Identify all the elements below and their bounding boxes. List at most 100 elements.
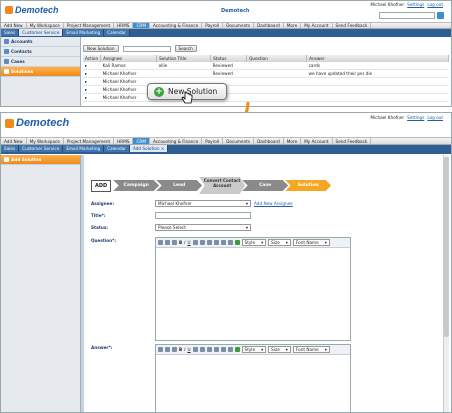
status-select[interactable]: Please Select ▾ — [155, 224, 251, 231]
style-select[interactable]: Style ▾ — [241, 346, 267, 353]
global-search-input[interactable] — [379, 12, 435, 19]
image-icon[interactable] — [234, 240, 240, 245]
bold-icon[interactable]: B — [179, 347, 182, 352]
tab-customer-service[interactable]: Customer Service — [19, 29, 64, 36]
sidebar-item-add-solution[interactable]: Add Solution — [1, 155, 80, 165]
settings-link[interactable]: Settings — [407, 2, 424, 7]
col-title[interactable]: Solution Title — [156, 55, 212, 62]
nav-accounting[interactable]: Accounting & Finance — [150, 138, 203, 144]
nav-hrms[interactable]: HRMS — [114, 138, 134, 144]
source-icon[interactable] — [158, 347, 163, 352]
assignee-select[interactable]: Michael Khofner ▾ — [155, 200, 251, 207]
tab-sales[interactable]: Sales — [1, 29, 20, 36]
table-row[interactable]: ▸ Michael Khofner — [83, 93, 449, 102]
size-select[interactable]: Size ▾ — [268, 239, 291, 246]
bullet-list-icon[interactable] — [220, 347, 226, 352]
close-icon[interactable]: × — [161, 146, 165, 151]
workflow-step-case[interactable]: Case — [242, 180, 289, 191]
tab-calendar[interactable]: Calendar — [104, 29, 130, 36]
user-name[interactable]: Michael Khofner — [370, 115, 404, 120]
add-new-assignee-link[interactable]: Add New Assignee — [254, 201, 293, 206]
workflow-step-solution[interactable]: Solution — [285, 180, 332, 191]
italic-icon[interactable]: I — [184, 347, 185, 352]
nav-payroll[interactable]: Payroll — [202, 138, 224, 144]
font-select[interactable]: Font Name ▾ — [292, 239, 330, 246]
align-left-icon[interactable] — [192, 347, 198, 352]
col-assignee[interactable]: Assignee — [100, 55, 158, 62]
question-editor-area[interactable] — [156, 248, 350, 334]
sidebar-item-accounts[interactable]: Accounts — [1, 37, 80, 47]
row-action-icon[interactable]: ▸ — [83, 77, 101, 86]
nav-more[interactable]: More — [284, 138, 302, 144]
undo-icon[interactable] — [165, 240, 170, 245]
image-icon[interactable] — [234, 347, 240, 352]
table-row[interactable]: ▸ Michael Khofner — [83, 85, 449, 94]
nav-add-new[interactable]: Add New — [1, 138, 27, 144]
redo-icon[interactable] — [172, 240, 177, 245]
justify-icon[interactable] — [213, 240, 219, 245]
row-action-icon[interactable]: ▸ — [83, 85, 101, 94]
justify-icon[interactable] — [213, 347, 219, 352]
sidebar-item-contacts[interactable]: Contacts — [1, 47, 80, 57]
col-status[interactable]: Status — [210, 55, 248, 62]
tab-sales[interactable]: Sales — [1, 145, 20, 152]
row-action-icon[interactable]: ▸ — [83, 62, 101, 70]
logout-link[interactable]: Log out — [427, 115, 443, 120]
sidebar-item-cases[interactable]: Cases — [1, 57, 80, 67]
align-right-icon[interactable] — [206, 240, 212, 245]
align-center-icon[interactable] — [199, 347, 205, 352]
row-action-icon[interactable]: ▸ — [83, 93, 101, 102]
workflow-step-convert[interactable]: Convert Contact Account — [199, 177, 246, 194]
italic-icon[interactable]: I — [184, 240, 185, 245]
number-list-icon[interactable] — [227, 347, 233, 352]
col-answer[interactable]: Answer — [306, 55, 449, 62]
tab-customer-service[interactable]: Customer Service — [19, 145, 64, 152]
bold-icon[interactable]: B — [179, 240, 182, 245]
solution-search-button[interactable]: Search — [174, 45, 197, 52]
search-icon[interactable] — [437, 12, 444, 19]
solution-search-input[interactable] — [122, 45, 171, 52]
col-question[interactable]: Question — [246, 55, 308, 62]
align-center-icon[interactable] — [199, 240, 205, 245]
redo-icon[interactable] — [172, 347, 177, 352]
row-action-icon[interactable]: ▸ — [83, 69, 101, 78]
underline-icon[interactable]: U — [187, 347, 190, 352]
nav-documents[interactable]: Documents — [223, 138, 255, 144]
workflow-step-lead[interactable]: Lead — [156, 180, 203, 191]
table-row[interactable]: ▸ Michael Khofner Reviewed we have updated … — [83, 69, 449, 78]
new-solution-button[interactable]: New Solution — [83, 45, 119, 52]
nav-project-management[interactable]: Project Management — [64, 138, 115, 144]
style-select[interactable]: Style ▾ — [241, 239, 267, 246]
settings-link[interactable]: Settings — [407, 115, 424, 120]
tab-calendar[interactable]: Calendar — [104, 145, 130, 152]
source-icon[interactable] — [158, 240, 163, 245]
align-right-icon[interactable] — [206, 347, 212, 352]
nav-dashboard[interactable]: Dashboard — [254, 138, 284, 144]
align-left-icon[interactable] — [192, 240, 198, 245]
answer-editor-area[interactable] — [156, 355, 350, 409]
nav-my-workspace[interactable]: My Workspace — [27, 138, 64, 144]
nav-send-feedback[interactable]: Send Feedback — [333, 138, 372, 144]
font-select[interactable]: Font Name ▾ — [292, 346, 330, 353]
tab-email-marketing[interactable]: Email Marketing — [63, 29, 105, 36]
table-row[interactable]: ▸ Michael Khofner — [83, 77, 449, 86]
number-list-icon[interactable] — [227, 240, 233, 245]
user-name[interactable]: Michael Khofner — [370, 2, 404, 7]
bullet-list-icon[interactable] — [220, 240, 226, 245]
underline-icon[interactable]: U — [187, 240, 190, 245]
size-select[interactable]: Size ▾ — [268, 346, 291, 353]
scrollbar[interactable] — [443, 155, 449, 412]
tab-email-marketing[interactable]: Email Marketing — [63, 145, 105, 152]
col-action[interactable]: Action — [83, 55, 102, 62]
tab-add-solution[interactable]: Add Solution × — [129, 145, 169, 152]
sidebar-splitter[interactable] — [81, 155, 84, 412]
nav-crm[interactable]: CRM — [133, 138, 150, 144]
undo-icon[interactable] — [165, 347, 170, 352]
workflow-step-campaign[interactable]: Campaign — [113, 180, 160, 191]
sidebar-item-solutions[interactable]: Solutions — [1, 67, 80, 77]
nav-my-account[interactable]: My Account — [301, 138, 333, 144]
title-input[interactable] — [155, 212, 251, 219]
scrollbar-thumb[interactable] — [444, 157, 449, 337]
logout-link[interactable]: Log out — [427, 2, 443, 7]
table-row[interactable]: ▸ Kali Ramos ollie Reviewed cards — [83, 62, 449, 70]
